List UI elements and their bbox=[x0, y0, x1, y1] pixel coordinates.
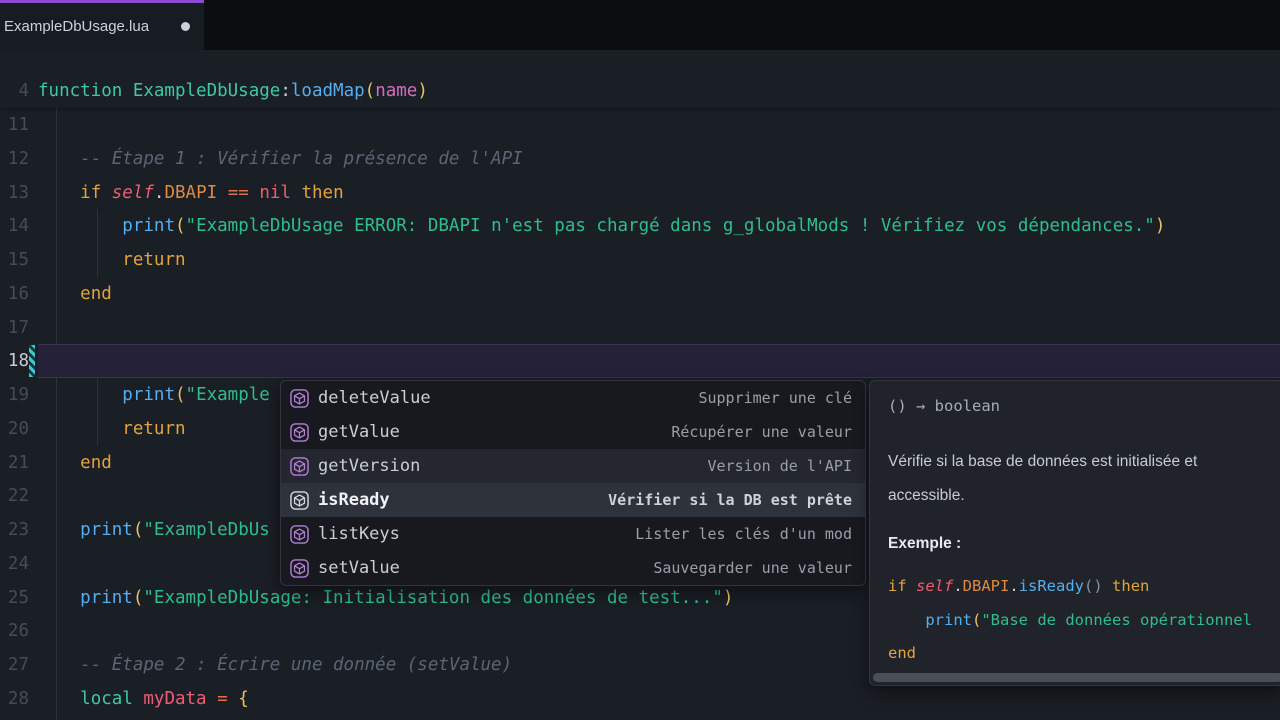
suggestion-label: setValue bbox=[318, 558, 400, 578]
code-line-14[interactable]: 14 print("ExampleDbUsage ERROR: DBAPI n'… bbox=[0, 209, 1280, 243]
line-number: 13 bbox=[7, 182, 29, 203]
docs-code-line: if self.DBAPI.isReady() then bbox=[888, 577, 1150, 595]
line-number: 19 bbox=[7, 385, 29, 405]
git-modified-gutter-indicator bbox=[29, 345, 35, 378]
line-number: 12 bbox=[7, 148, 29, 169]
suggestion-item-listKeys[interactable]: listKeys Lister les clés d'un mod bbox=[281, 517, 865, 551]
code-text: end bbox=[80, 452, 112, 473]
code-text: print("ExampleDbUsage ERROR: DBAPI n'est… bbox=[122, 216, 1166, 237]
method-cube-icon bbox=[290, 388, 309, 408]
code-text: print("ExampleDbUs bbox=[80, 520, 270, 540]
docs-example-label: Exemple : bbox=[888, 535, 962, 552]
code-line-28[interactable]: 28 local myData = { bbox=[0, 682, 1280, 716]
suggestion-item-deleteValue[interactable]: deleteValue Supprimer une clé bbox=[281, 381, 865, 415]
code-text: return bbox=[122, 418, 186, 439]
suggestion-detail: Sauvegarder une valeur bbox=[653, 559, 852, 577]
code-line-13[interactable]: 13 if self.DBAPI == nil then bbox=[0, 176, 1280, 210]
method-cube-icon bbox=[290, 456, 309, 476]
signature-text: () → boolean bbox=[888, 397, 1000, 415]
docs-description-line: accessible. bbox=[888, 487, 965, 504]
line-number: 27 bbox=[7, 655, 29, 675]
code-text: print("Example bbox=[122, 385, 270, 405]
suggestion-label: listKeys bbox=[318, 524, 400, 544]
suggestion-detail: Vérifier si la DB est prête bbox=[608, 491, 852, 509]
line-number: 21 bbox=[7, 452, 29, 473]
suggestion-label: isReady bbox=[318, 490, 390, 510]
code-line-15[interactable]: 15 return bbox=[0, 243, 1280, 277]
code-text: -- Étape 1 : Vérifier la présence de l'A… bbox=[80, 148, 523, 169]
modified-dot-icon[interactable] bbox=[181, 22, 190, 31]
suggestion-detail: Récupérer une valeur bbox=[671, 423, 852, 441]
method-cube-icon bbox=[290, 524, 309, 544]
suggestion-item-getVersion[interactable]: getVersion Version de l'API bbox=[281, 449, 865, 483]
line-number: 26 bbox=[7, 621, 29, 642]
code-line-16[interactable]: 16 end bbox=[0, 277, 1280, 311]
code-text: -- Étape 2 : Écrire une donnée (setValue… bbox=[80, 655, 513, 675]
docs-code-line: print("Base de données opérationnel bbox=[925, 610, 1252, 629]
code-text: local myData = { bbox=[80, 688, 249, 709]
tab-title: ExampleDbUsage.lua bbox=[4, 18, 150, 35]
code-text: if self.DBAPI == nil then bbox=[80, 182, 344, 203]
suggestion-detail: Supprimer une clé bbox=[698, 389, 852, 407]
method-cube-icon bbox=[290, 558, 309, 578]
code-text: function ExampleDbUsage:loadMap(name) bbox=[38, 81, 428, 101]
tab-bar: ExampleDbUsage.lua bbox=[0, 0, 1280, 50]
line-number: 4 bbox=[18, 81, 29, 101]
line-number: 17 bbox=[7, 317, 29, 338]
horizontal-scrollbar-thumb[interactable] bbox=[873, 673, 1280, 682]
line-number: 11 bbox=[7, 115, 29, 135]
autocomplete-dropdown: deleteValue Supprimer une clé getValue Récu… bbox=[280, 380, 866, 586]
docs-code-line: end bbox=[888, 644, 916, 662]
code-line-17[interactable]: 17 bbox=[0, 311, 1280, 345]
line-number: 23 bbox=[7, 520, 29, 540]
code-text: end bbox=[80, 283, 112, 304]
suggestion-item-setValue[interactable]: setValue Sauvegarder une valeur bbox=[281, 551, 865, 585]
docs-description: Vérifie si la base de données est initia… bbox=[888, 445, 1280, 513]
docs-example-code: if self.DBAPI.isReady() then print("Base… bbox=[888, 570, 1280, 671]
suggestion-label: getVersion bbox=[318, 456, 421, 476]
method-cube-icon bbox=[290, 422, 309, 442]
suggestion-label: getValue bbox=[318, 422, 400, 442]
line-number: 22 bbox=[7, 486, 29, 507]
code-line-18[interactable]: 18 if not self.DBAPI.You, 1 hour ago • U… bbox=[0, 344, 1280, 379]
suggestion-docs-panel: () → boolean Vérifie si la base de donné… bbox=[869, 380, 1280, 686]
code-line-11[interactable]: 11 bbox=[0, 108, 1280, 142]
line-number: 28 bbox=[7, 688, 29, 709]
method-cube-icon bbox=[290, 490, 309, 510]
line-number: 15 bbox=[7, 250, 29, 270]
suggestion-label: deleteValue bbox=[318, 388, 431, 408]
suggestion-detail: Version de l'API bbox=[707, 457, 853, 475]
suggestion-item-getValue[interactable]: getValue Récupérer une valeur bbox=[281, 415, 865, 449]
sticky-scroll-line[interactable]: 4 function ExampleDbUsage:loadMap(name) bbox=[0, 74, 1280, 108]
suggestion-item-isReady[interactable]: isReady Vérifier si la DB est prête bbox=[281, 483, 865, 517]
line-number: 24 bbox=[7, 553, 29, 574]
line-number: 14 bbox=[7, 216, 29, 237]
docs-description-line: Vérifie si la base de données est initia… bbox=[888, 453, 1198, 470]
code-line-12[interactable]: 12 -- Étape 1 : Vérifier la présence de … bbox=[0, 142, 1280, 176]
line-number: 25 bbox=[7, 587, 29, 608]
line-number: 20 bbox=[7, 418, 29, 439]
line-number: 16 bbox=[7, 283, 29, 304]
tab-exampledbusage[interactable]: ExampleDbUsage.lua bbox=[0, 0, 204, 50]
current-line-highlight bbox=[38, 344, 1280, 379]
code-text: return bbox=[122, 250, 186, 270]
suggestion-detail: Lister les clés d'un mod bbox=[635, 525, 852, 543]
